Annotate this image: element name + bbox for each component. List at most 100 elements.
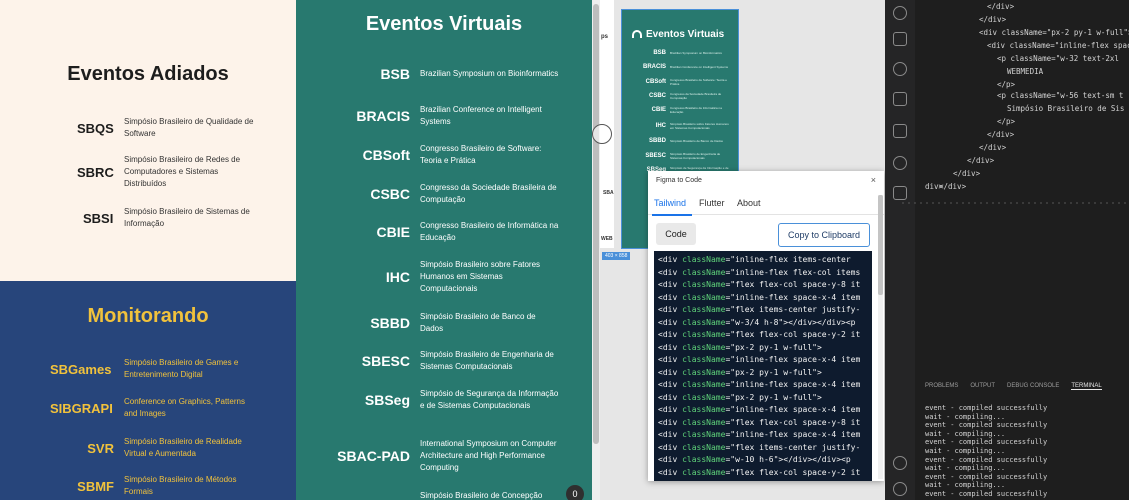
- event-desc: Simpósio Brasileiro de Engenharia de Sis…: [420, 350, 554, 371]
- code-attr: className: [682, 455, 726, 464]
- event-desc: Simpósio Brasileiro de Redes de Computad…: [124, 155, 241, 188]
- code-line: <div className="w-10 h-6"></div></div><p: [658, 454, 868, 467]
- terminal-line: event - compiled successfully: [925, 438, 1048, 447]
- editor-line: </div>: [987, 2, 1015, 11]
- event-row: CSBC Congresso da Sociedade Brasileira d…: [326, 182, 560, 206]
- frame-row: SBBD Simpósio Brasileiro de Banco de Dado…: [622, 138, 730, 144]
- editor-line: <div className="px-2 py-1 w-full">: [979, 28, 1129, 37]
- event-desc: Simpósio de Segurança da Informação e de…: [420, 389, 559, 410]
- frame-abbr: SBESC: [645, 153, 666, 159]
- branch-icon[interactable]: [893, 92, 907, 106]
- folder-icon[interactable]: [893, 186, 907, 200]
- code-value: ="flex flex-col space-y-8 it: [725, 417, 861, 427]
- code-attr: className: [682, 280, 726, 289]
- frame-desc: Brazilian Symposium on Bioinformatics: [670, 51, 722, 55]
- scrollbar-thumb[interactable]: [593, 4, 599, 444]
- editor-line: </div>: [967, 156, 995, 165]
- event-abbr: SBRC: [77, 164, 114, 180]
- event-desc: Simpósio Brasileiro de Métodos Formais: [124, 475, 237, 496]
- code-value: ="flex flex-col space-y-8 it: [725, 280, 861, 289]
- code-value: ="px-2 py-1 w-full">: [725, 342, 822, 352]
- code-button[interactable]: Code: [656, 223, 696, 245]
- code-value: ="inline-flex space-x-4 item: [725, 405, 861, 414]
- event-abbr: BRACIS: [356, 108, 410, 124]
- code-tag: <div: [658, 330, 683, 339]
- event-desc: Simpósio Brasileiro de Qualidade de Soft…: [124, 117, 254, 138]
- wifi-icon: [632, 30, 642, 38]
- scrollbar-thumb[interactable]: [878, 195, 883, 295]
- frame-abbr: CSBC: [648, 93, 666, 99]
- code-value: ="inline-flex flex-col items: [725, 267, 861, 277]
- event-row: SBQS Simpósio Brasileiro de Qualidade de…: [77, 116, 254, 140]
- code-line: <div className="inline-flex items-center: [658, 254, 868, 267]
- editor-line: <div className="inline-flex space: [987, 41, 1129, 50]
- frame-row: BRACIS Brazilian Conference on Intelligen…: [622, 64, 730, 70]
- mini-title: ps: [601, 34, 609, 40]
- copy-to-clipboard-button[interactable]: Copy to Clipboard: [778, 223, 870, 247]
- code-tag: <div: [658, 355, 683, 364]
- source-control-icon[interactable]: [893, 32, 907, 46]
- event-desc: Simpósio Brasileiro de Realidade Virtual…: [124, 437, 242, 458]
- code-tag: <div: [658, 267, 683, 277]
- code-value: ="w-10 h-6"></div></div><p: [725, 455, 851, 464]
- terminal-output[interactable]: event - compiled successfully wait - com…: [925, 404, 1125, 499]
- event-row: SBSI Simpósio Brasileiro de Sistemas de …: [83, 206, 254, 230]
- frame-abbr: IHC: [655, 123, 666, 129]
- extensions-icon[interactable]: [893, 124, 907, 138]
- frame-desc: Simpósio Brasileiro de Engenharia de Sis…: [670, 152, 721, 160]
- frame-abbr: CBIE: [651, 107, 666, 113]
- run-debug-icon[interactable]: [893, 62, 907, 76]
- event-abbr: SBMF: [77, 478, 114, 494]
- event-row: SVR Simpósio Brasileiro de Realidade Vir…: [50, 436, 254, 460]
- event-row: CBSoft Congresso Brasileiro de Software:…: [326, 143, 560, 167]
- vscode-activity-bar: [885, 0, 915, 500]
- plugin-title: Figma to Code: [656, 177, 702, 184]
- page-scrollbar[interactable]: [592, 0, 600, 500]
- tab-about[interactable]: About: [737, 198, 761, 208]
- frame-desc: Brazilian Conference on Intelligent Syst…: [670, 65, 729, 69]
- tab-output[interactable]: OUTPUT: [970, 383, 995, 390]
- event-row: SBMF Simpósio Brasileiro de Métodos Form…: [50, 474, 254, 498]
- frame-desc: Congresso da Sociedade Brasileira de Com…: [670, 92, 722, 100]
- code-attr: className: [682, 430, 726, 439]
- event-desc: Simpósio Brasileiro de Games e Entreteni…: [124, 358, 239, 379]
- code-line: <div className="flex flex-col space-y-2 …: [658, 329, 868, 342]
- frame-row: SBESC Simpósio Brasileiro de Engenharia d…: [622, 152, 730, 160]
- event-desc: Simpósio Brasileiro de Sistemas de Infor…: [124, 207, 250, 228]
- plugin-scrollbar[interactable]: [878, 195, 883, 479]
- tab-terminal[interactable]: TERMINAL: [1071, 383, 1102, 390]
- tab-tailwind[interactable]: Tailwind: [654, 198, 686, 208]
- tab-flutter[interactable]: Flutter: [699, 198, 725, 208]
- event-row: SBSeg Simpósio de Segurança da Informaçã…: [326, 388, 560, 412]
- gear-icon[interactable]: [893, 482, 907, 496]
- code-value: ="px-2 py-1 w-full">: [725, 392, 822, 402]
- scroll-badge[interactable]: 0: [566, 485, 584, 500]
- timeline-icon[interactable]: [893, 156, 907, 170]
- code-line: <div className="inline-flex space-x-4 it…: [658, 404, 868, 417]
- code-attr: className: [682, 405, 726, 414]
- frame-row: CBSoft Congresso Brasileiro de Software: …: [622, 78, 730, 86]
- code-attr: className: [682, 380, 726, 389]
- tab-debug-console[interactable]: DEBUG CONSOLE: [1007, 383, 1059, 390]
- tab-problems[interactable]: PROBLEMS: [925, 383, 958, 390]
- editor-minimap-divider: [900, 200, 1129, 206]
- figma-to-code-plugin: Figma to Code × Tailwind Flutter About C…: [648, 171, 884, 481]
- close-icon[interactable]: ×: [871, 175, 876, 185]
- code-tag: <div: [658, 392, 683, 402]
- search-icon[interactable]: [893, 6, 907, 20]
- monitorando-title: Monitorando: [87, 305, 209, 327]
- code-attr: className: [682, 292, 726, 302]
- account-icon[interactable]: [893, 456, 907, 470]
- generated-code[interactable]: <div className="inline-flex items-center…: [654, 251, 872, 481]
- code-line: <div className="flex flex-col space-y-8 …: [658, 417, 868, 430]
- code-attr: className: [682, 355, 726, 364]
- event-abbr: SBSeg: [364, 392, 410, 408]
- event-abbr: SBBD: [370, 315, 410, 331]
- code-value: ="inline-flex items-center: [725, 255, 851, 264]
- vscode-editor[interactable]: </div> </div> <div className="px-2 py-1 …: [915, 0, 1129, 205]
- event-desc: Simpósio Brasileiro sobre Fatores Humano…: [420, 260, 541, 293]
- event-row: SIBGRAPI Conference on Graphics, Pattern…: [50, 396, 254, 420]
- editor-line: </div>: [979, 15, 1007, 24]
- screen: Eventos Adiados SBQS Simpósio Brasileiro…: [0, 0, 1129, 500]
- event-row: SBAC-PAD International Symposium on Comp…: [326, 438, 560, 474]
